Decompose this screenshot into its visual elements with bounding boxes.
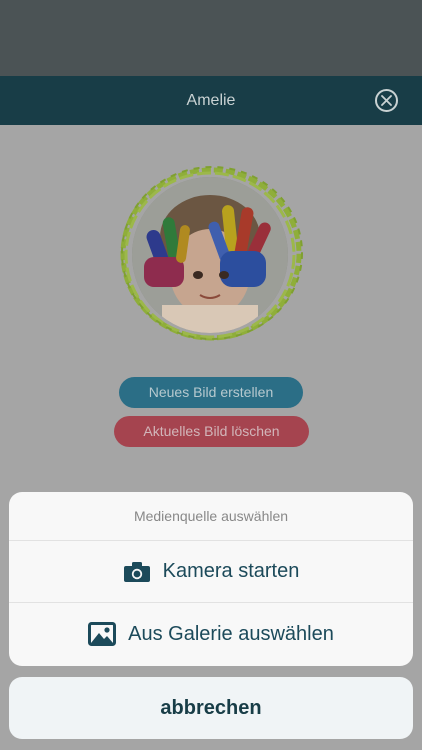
image-icon [88,622,117,646]
gallery-option-label: Aus Galerie auswählen [128,622,334,645]
avatar-photo [132,177,288,333]
cancel-button[interactable]: abbrechen [9,677,413,739]
camera-option-label: Kamera starten [162,560,300,582]
media-source-action-sheet: Medienquelle auswählen Kamera starten Au… [9,492,413,666]
delete-image-button[interactable]: Aktuelles Bild löschen [114,416,309,447]
action-sheet-title: Medienquelle auswählen [9,492,413,541]
header-bar: Amelie [0,76,422,125]
camera-option[interactable]: Kamera starten [9,541,413,603]
page-title: Amelie [186,92,236,109]
status-bar-area [0,0,422,76]
camera-icon [123,561,151,583]
close-button[interactable] [375,89,398,112]
gallery-option[interactable]: Aus Galerie auswählen [9,603,413,665]
new-image-button[interactable]: Neues Bild erstellen [119,377,303,408]
avatar[interactable] [117,162,305,346]
close-icon [381,95,392,106]
